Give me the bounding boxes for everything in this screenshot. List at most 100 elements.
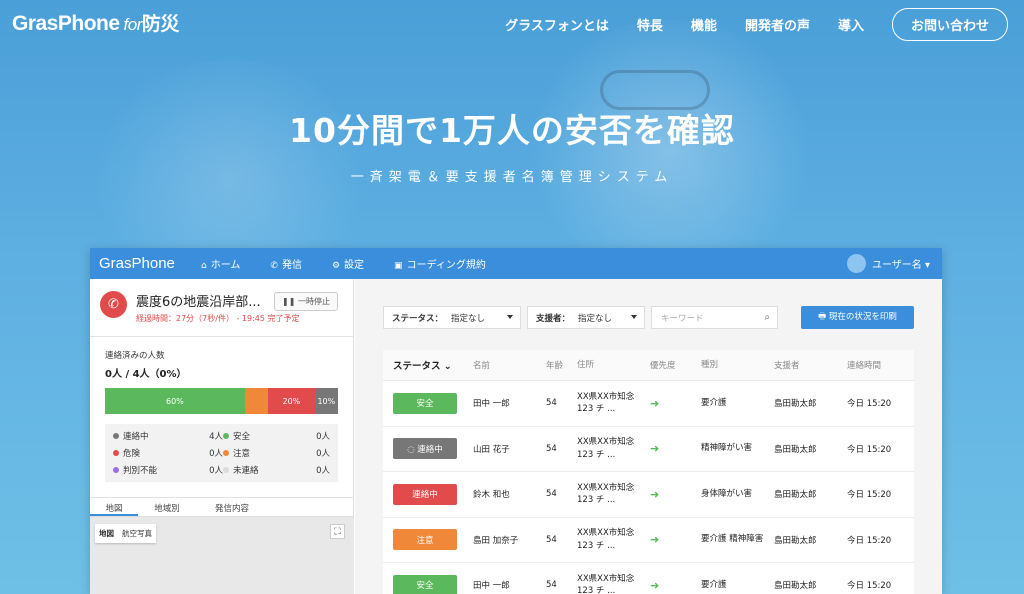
tab-message[interactable]: 発信内容 [196,498,268,516]
status-badge[interactable]: 安全 [393,574,457,594]
col-priority: 優先度 [650,361,676,371]
contact-button[interactable]: お問い合わせ [891,8,1008,41]
type-cell: 身体障がい害 [701,488,753,499]
supporter-filter-value: 指定なし [578,313,613,324]
contacts-table: ステータス ⌄ 名前 年齢 住所 優先度 種別 支援者 連絡時間 安全 田中 一郎… [383,350,914,594]
name-cell: 田中 一郎 [473,399,510,410]
type-cell: 精神障がい害 [701,443,753,454]
map-type-map[interactable]: 地図 [95,524,118,543]
legend-dot [113,433,119,439]
table-row[interactable]: 安全 田中 一郎 54 XX県XX市知念123 チ ... ➜ 要介護 島田勘太郎 今日 15… [383,381,914,427]
legend-item: 連絡中 [113,430,203,442]
pause-button[interactable]: ❚❚ 一時停止 [274,292,338,311]
progress-segment: 60% [105,388,245,414]
map-view[interactable]: 地図 航空写真 ⛶ [90,517,354,594]
nav-about[interactable]: グラスフォンとは [505,15,609,34]
nav-functions[interactable]: 機能 [691,15,717,34]
logo-for-text: for [123,15,143,34]
hero-subtitle: 一斉架電＆要支援者名簿管理システム [350,170,674,185]
site-logo[interactable]: GrasPhone for防災 [12,9,179,36]
status-badge[interactable]: 連絡中 [393,483,457,505]
panel-tabs: 地図 地域別 発信内容 [90,497,354,517]
menu-coding-rules[interactable]: ▣ コーディング規約 [394,256,486,271]
phone-icon[interactable]: ✆ [100,291,127,318]
status-filter-value: 指定なし [451,313,486,324]
legend-item: 注意 [223,447,310,459]
app-menu: ⌂ ホーム ✆ 発信 ⚙ 設定 ▣ コーディング規約 [201,256,486,271]
menu-call[interactable]: ✆ 発信 [270,256,302,271]
logo-main-text: GrasPhone [12,12,120,35]
status-badge[interactable]: 安全 [393,392,457,414]
nav-features[interactable]: 特長 [637,15,663,34]
user-name: ユーザー名 ▾ [872,260,930,271]
address-cell: XX県XX市知念123 チ ... [577,437,635,460]
keyword-search-input[interactable]: キーワード ⌕ [651,306,778,329]
type-cell: 要介護 [701,397,727,408]
site-nav: グラスフォンとは 特長 機能 開発者の声 導入 お問い合わせ [505,8,1008,41]
progress-segment [244,388,269,414]
table-row[interactable]: ◌ 連絡中 山田 花子 54 XX県XX市知念123 チ ... ➜ 精神障がい害 島田勘太… [383,427,914,472]
call-header: ✆ 震度6の地震沿岸部... ❚❚ 一時停止 経過時間：27分（7秒/件） - … [90,279,353,337]
stats-label: 連絡済みの人数 [105,351,165,361]
priority-cell: ➜ [650,533,660,547]
fullscreen-icon[interactable]: ⛶ [330,524,345,539]
tab-map[interactable]: 地図 [90,498,138,516]
app-brand[interactable]: GrasPhone [99,255,201,272]
map-type-toggle: 地図 航空写真 [95,524,156,543]
legend-item: 危険 [113,447,203,459]
status-badge[interactable]: 注意 [393,529,457,551]
address-cell: XX県XX市知念123 チ ... [577,573,635,594]
legend-item: 安全 [223,430,310,442]
table-row[interactable]: 連絡中 鈴木 和也 54 XX県XX市知念123 チ ... ➜ 身体障がい害 島田勘太郎 今… [383,472,914,518]
time-cell: 今日 15:20 [847,581,892,592]
progress-bar: 60% 20% 10% [105,388,338,414]
status-filter[interactable]: ステータス： 指定なし [383,306,521,329]
age-cell: 54 [546,580,557,591]
menu-settings[interactable]: ⚙ 設定 [332,256,364,271]
tab-region[interactable]: 地域別 [138,498,196,516]
address-cell: XX県XX市知念123 チ ... [577,528,635,551]
age-cell: 54 [546,398,557,409]
address-cell: XX県XX市知念123 チ ... [577,391,635,415]
menu-home-label: ホーム [210,260,241,271]
col-type: 種別 [701,359,719,370]
col-status[interactable]: ステータス ⌄ [383,358,473,372]
col-address: 住所 [577,359,595,370]
time-cell: 今日 15:20 [847,399,892,410]
table-row[interactable]: 安全 田中 一郎 54 XX県XX市知念123 チ ... ➜ 要介護 島田勘太郎 今日 15… [383,563,914,594]
supporter-cell: 島田勘太郎 [774,581,817,592]
user-menu[interactable]: ユーザー名 ▾ [847,254,930,273]
nav-introduction[interactable]: 導入 [838,15,864,34]
legend-count: 0人 [209,466,223,476]
table-header: ステータス ⌄ 名前 年齢 住所 優先度 種別 支援者 連絡時間 [383,350,914,381]
name-cell: 田中 一郎 [473,581,510,592]
shield-icon: ▣ [394,261,403,271]
right-panel: ステータス： 指定なし 支援者： 指定なし キーワード ⌕ 🖶 現在の状況を印刷… [355,279,942,594]
supporter-cell: 島田勘太郎 [774,490,817,501]
left-panel: ✆ 震度6の地震沿岸部... ❚❚ 一時停止 経過時間：27分（7秒/件） - … [90,279,354,594]
map-type-aerial[interactable]: 航空写真 [118,524,156,543]
priority-cell: ➜ [650,487,660,501]
time-cell: 今日 15:20 [847,490,892,501]
priority-cell: ➜ [650,396,660,410]
menu-coding-rules-label: コーディング規約 [406,260,486,271]
legend-count: 0人 [316,432,330,442]
elapsed-time: 経過時間：27分（7秒/件） - 19:45 完了予定 [136,314,300,323]
menu-home[interactable]: ⌂ ホーム [201,256,240,271]
col-name: 名前 [473,361,491,371]
col-supporter: 支援者 [774,361,800,371]
gear-icon: ⚙ [331,261,341,271]
status-cell: 安全 [383,574,473,594]
keyword-placeholder: キーワード [661,313,704,324]
chevron-down-icon [631,315,637,319]
time-cell: 今日 15:20 [847,535,892,546]
legend-label: 安全 [233,432,251,442]
table-row[interactable]: 注意 島田 加奈子 54 XX県XX市知念123 チ ... ➜ 要介護 精神障害 島田勘太… [383,518,914,563]
nav-developer-voice[interactable]: 開発者の声 [745,15,810,34]
search-icon: ⌕ [764,312,770,323]
legend-dot [223,433,229,439]
print-button[interactable]: 🖶 現在の状況を印刷 [801,306,914,329]
status-badge[interactable]: ◌ 連絡中 [393,438,457,460]
phone-icon: ✆ [270,261,278,271]
supporter-filter[interactable]: 支援者： 指定なし [527,306,645,329]
